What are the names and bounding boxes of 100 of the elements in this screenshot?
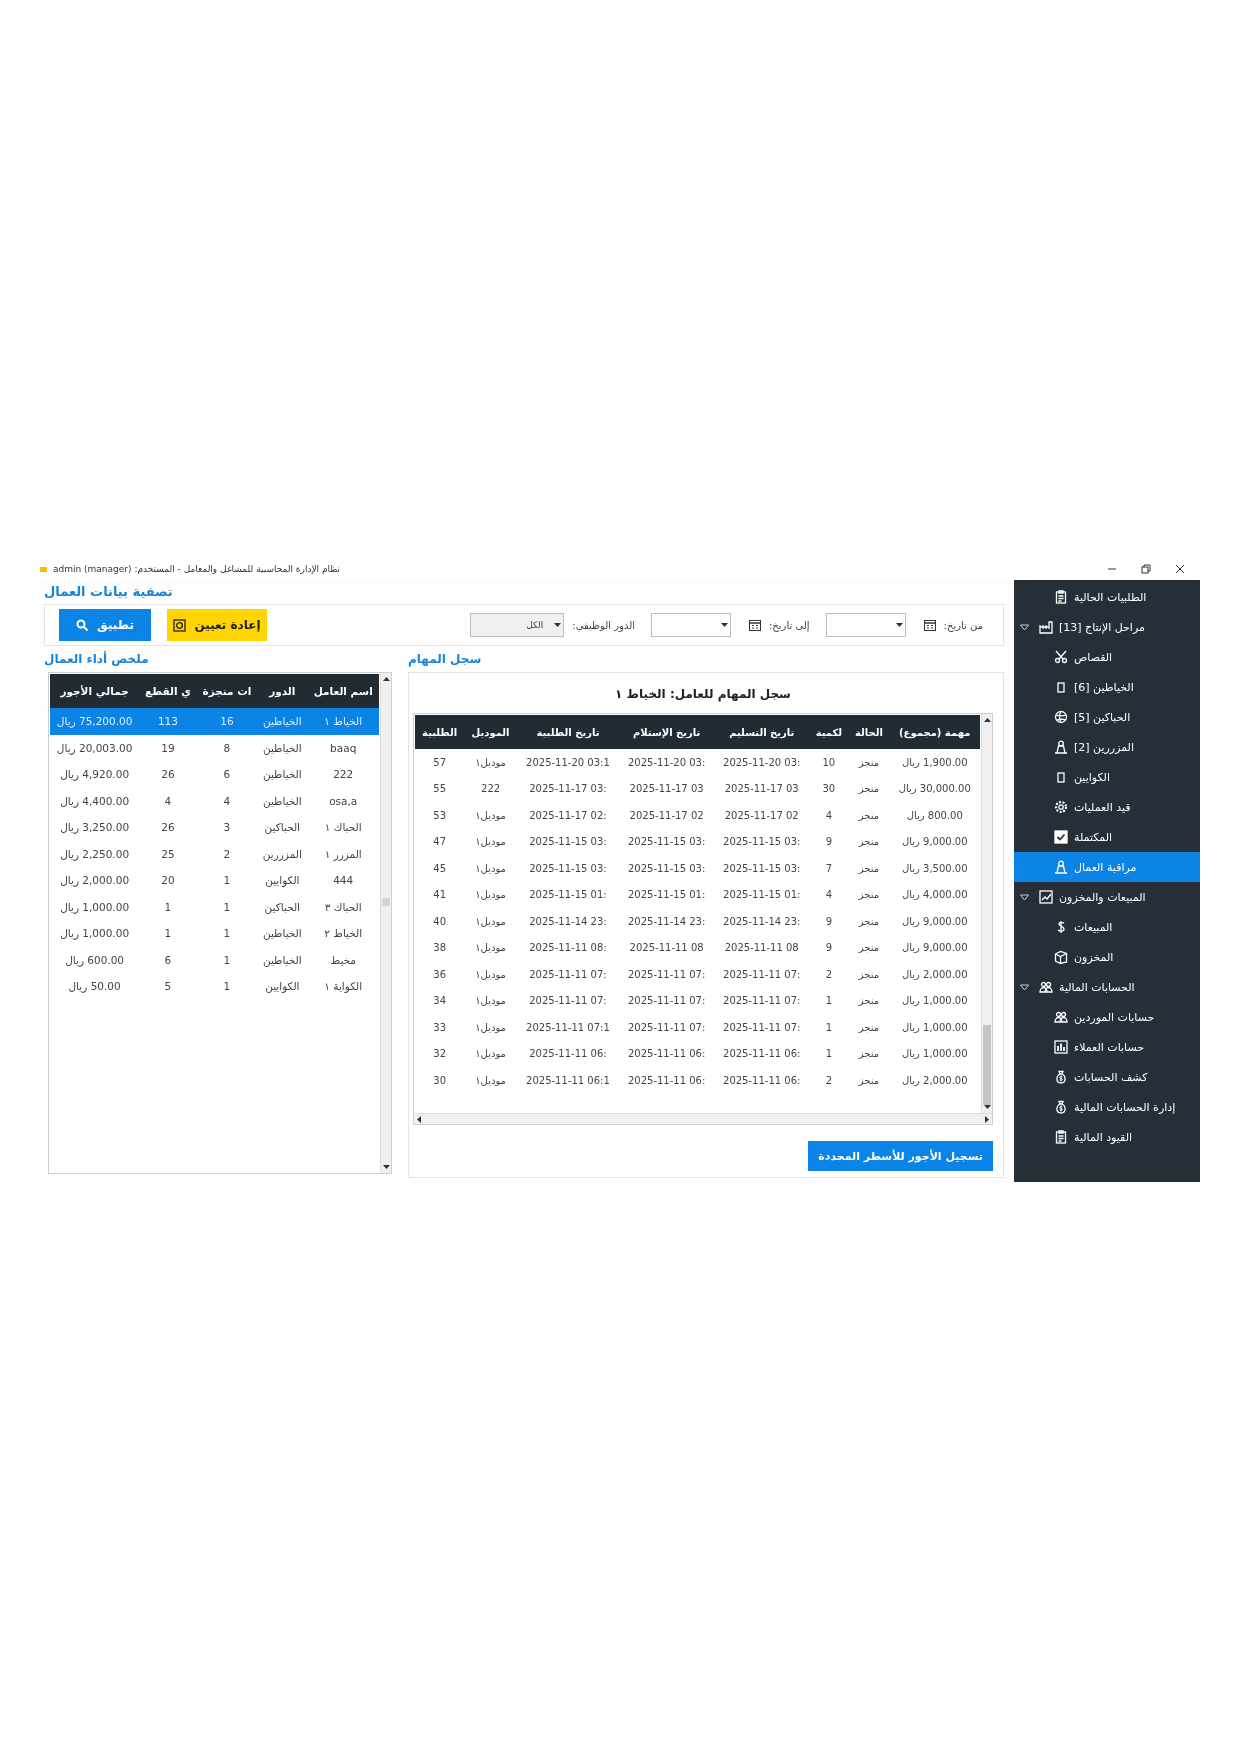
sidebar-item[interactable]: الخياطين [6] xyxy=(1014,672,1200,702)
table-cell-text: 4,920.00 ريال xyxy=(59,767,131,783)
table-cell-text: الخياطين xyxy=(261,952,303,969)
sidebar-item[interactable]: الحباكين [5] xyxy=(1014,702,1200,732)
table-cell-text: 2025-11-15 01: xyxy=(722,888,802,903)
table-cell-text: منجز xyxy=(857,967,881,982)
scrollbar[interactable] xyxy=(414,1113,992,1124)
sidebar-item[interactable]: قيد العمليات xyxy=(1014,792,1200,822)
expand-arrow-icon[interactable] xyxy=(1020,893,1029,901)
sidebar-item[interactable]: كشف الحسابات xyxy=(1014,1062,1200,1092)
close-button[interactable] xyxy=(1174,563,1186,575)
sidebar-item[interactable]: حسابات الموردين xyxy=(1014,1002,1200,1032)
sidebar-item[interactable]: المبيعات xyxy=(1014,912,1200,942)
table-cell-text: موديل١ xyxy=(474,888,507,903)
table-cell-text: موديل١ xyxy=(474,835,507,850)
table-cell-text: 3,500.00 ريال xyxy=(900,861,969,876)
role-label: الدور الوظيفي: xyxy=(572,619,635,631)
column-header[interactable]: تاريخ الطلبية xyxy=(516,715,620,749)
column-header[interactable]: اسم العامل xyxy=(307,674,379,708)
table-cell-text: 1 xyxy=(163,899,173,915)
table-cell-text: 20 xyxy=(160,873,176,889)
table-cell-text: 2025-11-11 06: xyxy=(626,1073,707,1088)
sidebar-item[interactable]: حسابات العملاء xyxy=(1014,1032,1200,1062)
table-cell-text: منجز xyxy=(857,861,881,876)
column-header[interactable]: ي القطع xyxy=(139,674,197,708)
column-header[interactable]: جمالي الأجور xyxy=(50,674,140,708)
scroll-right-icon[interactable] xyxy=(984,1115,989,1123)
table-cell-text: 2025-11-11 06:1 xyxy=(525,1073,611,1088)
sidebar-item[interactable]: القيود المالية xyxy=(1014,1122,1200,1152)
apply-button[interactable]: تطبيق xyxy=(59,609,151,641)
table-cell-text: 2025-11-15 03: xyxy=(528,835,608,850)
sidebar-item[interactable]: الطلبيات الحالية xyxy=(1014,582,1200,612)
table-cell-text: 40 xyxy=(432,914,448,929)
sidebar-item[interactable]: الحسابات المالية xyxy=(1014,972,1200,1002)
to-date-label: إلى تاريخ: xyxy=(768,619,810,631)
scroll-down-icon[interactable] xyxy=(382,1165,390,1170)
table-cell: 2025-11-20 03: xyxy=(619,749,715,776)
column-header[interactable]: الموديل xyxy=(464,715,517,749)
table-cell-text: 2025-11-15 03: xyxy=(722,835,802,850)
document-icon xyxy=(1054,1130,1068,1144)
table-cell: 16 xyxy=(196,708,258,735)
sidebar-item[interactable]: مراحل الإنتاج [13] xyxy=(1014,612,1200,642)
sidebar-item[interactable]: مراقبة العمال xyxy=(1014,852,1200,882)
scissors-icon xyxy=(1054,650,1068,664)
table-cell-text: 2025-11-11 07: xyxy=(528,994,608,1009)
column-header[interactable]: ات منجزة xyxy=(196,674,258,708)
sidebar-item[interactable]: الكوايين xyxy=(1014,762,1200,792)
column-header[interactable]: الدور xyxy=(257,674,308,708)
column-header[interactable]: مهمة (مجموع) xyxy=(889,715,980,749)
table-cell-text: 2,250.00 ريال xyxy=(59,846,131,863)
role-dropdown[interactable]: الكل xyxy=(470,613,565,637)
expand-arrow-icon[interactable] xyxy=(1020,623,1029,631)
table-cell-text: 4 xyxy=(824,808,834,823)
table-cell-text: 2025-11-17 03: xyxy=(528,782,608,797)
table-cell-text: 800.00 ريال xyxy=(905,808,964,823)
restore-button[interactable] xyxy=(1140,563,1152,575)
table-cell-text: 2025-11-17 02 xyxy=(628,808,705,823)
table-cell: baaq xyxy=(307,734,379,761)
column-header[interactable]: الطلبية xyxy=(415,715,465,749)
table-cell-text: 6 xyxy=(163,952,173,968)
scroll-thumb[interactable] xyxy=(382,898,390,906)
table-cell-text: 55 xyxy=(432,782,448,797)
table-cell-text: الخياطين xyxy=(261,926,303,942)
table-cell-text: 34 xyxy=(432,994,448,1009)
table-cell-text: 2025-11-14 23: xyxy=(528,914,608,929)
table-cell-text: 6 xyxy=(222,767,232,783)
table-cell-text: الكواية ١ xyxy=(323,979,364,995)
scroll-up-icon[interactable] xyxy=(382,676,390,681)
table-cell-text: 2025-11-11 07: xyxy=(626,994,707,1009)
table-cell-text: 30 xyxy=(432,1073,448,1088)
column-header[interactable]: لكمية xyxy=(809,715,849,749)
scroll-up-icon[interactable] xyxy=(983,717,991,722)
table-cell-text: 47 xyxy=(432,835,448,850)
column-header[interactable]: تاريخ التسليم xyxy=(714,715,810,749)
table-cell-text: 2025-11-11 08 xyxy=(628,941,705,956)
save-wages-button[interactable]: تسجيل الأجور للأسطر المحددة xyxy=(808,1141,993,1171)
column-header[interactable]: الحالة xyxy=(848,715,890,749)
sidebar-item[interactable]: القصاص xyxy=(1014,642,1200,672)
reset-button[interactable]: إعادة تعيين xyxy=(167,609,267,641)
table-cell-text: 25 xyxy=(160,846,176,862)
sidebar-item[interactable]: المبيعات والمخزون xyxy=(1014,882,1200,912)
sidebar-item[interactable]: إدارة الحسابات المالية xyxy=(1014,1092,1200,1122)
column-header[interactable]: تاريخ الإستلام xyxy=(619,715,715,749)
scrollbar[interactable] xyxy=(380,673,391,1173)
table-cell-text: 30,000.00 ريال xyxy=(897,782,972,797)
sidebar-item[interactable]: المزررين [2] xyxy=(1014,732,1200,762)
table-cell-text: 4,000.00 ريال xyxy=(900,888,969,903)
table-cell: 2025-11-20 03:1 xyxy=(516,749,620,776)
scroll-left-icon[interactable] xyxy=(417,1115,422,1123)
expand-arrow-icon[interactable] xyxy=(1020,983,1029,991)
scroll-thumb[interactable] xyxy=(983,1025,991,1105)
person-icon xyxy=(1054,740,1068,754)
sidebar-item[interactable]: المخزون xyxy=(1014,942,1200,972)
table-cell-text: 2 xyxy=(824,1073,834,1088)
scrollbar[interactable] xyxy=(981,714,992,1113)
table-cell-text: 2025-11-15 01: xyxy=(626,888,707,903)
caret-icon xyxy=(895,623,903,628)
sidebar-item[interactable]: المكتملة xyxy=(1014,822,1200,852)
table-cell-text: 5 xyxy=(163,979,173,995)
table-cell: 19 xyxy=(139,734,197,761)
